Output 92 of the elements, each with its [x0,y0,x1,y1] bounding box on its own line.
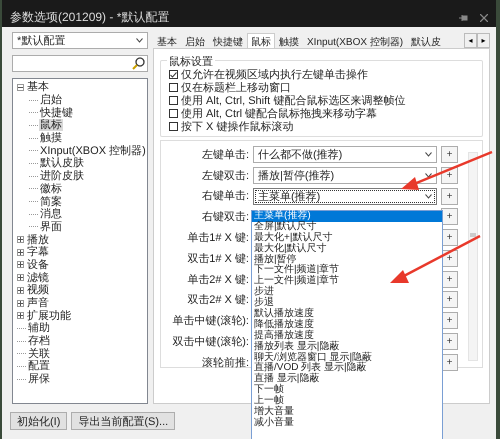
tab[interactable]: 触摸 [275,34,303,48]
tree-item[interactable]: 徽标 [39,182,63,195]
caret-icon [425,194,432,198]
tree-item[interactable]: 设备 [26,258,50,271]
action-dropdown[interactable]: 播放|暂停(推荐) [253,166,437,184]
window-title: 参数选项(201209) - *默认配置 [10,9,170,26]
tree-item[interactable]: 存档 [27,335,51,348]
tree-item[interactable]: 进阶皮肤 [39,170,85,182]
binding-label: 双击中键(滚轮): [172,334,249,350]
binding-label: 单击1# X 键: [186,231,249,246]
binding-label: 右键单击: [200,189,249,204]
checkbox-label: 仅允许在视频区域内执行左键单击操作 [181,68,368,82]
dropdown-option[interactable]: 减小音量 [252,418,442,429]
checkbox-label: 使用 Alt, Ctrl, Shift 键配合鼠标选区来调整帧位 [181,94,406,108]
binding-label: 左键双击: [200,168,249,183]
checkbox[interactable] [169,70,178,79]
action-dropdown[interactable]: 主菜单(推荐) [253,188,437,204]
binding-label: 左键单击: [200,148,249,162]
expand-icon[interactable] [17,300,24,307]
tab[interactable]: 基本 [153,34,181,48]
binding-label: 滚轮前推: [200,356,249,370]
checkbox-label: 使用 Alt, Ctrl 键配合鼠标拖拽来移动字幕 [181,106,378,120]
dropdown-option[interactable]: 最大化+|默认尺寸 [252,232,442,244]
expand-icon[interactable] [17,236,24,244]
tree-item[interactable]: 视频 [26,284,50,296]
add-button[interactable]: + [441,146,458,163]
expand-icon[interactable] [17,274,24,282]
tree-item[interactable]: XInput(XBOX 控制器) [39,144,147,157]
dropdown-option[interactable]: 播放列表 显示|隐蔽 [252,342,442,353]
add-button[interactable]: + [441,188,458,204]
tab[interactable]: 快捷键 [209,34,247,48]
tree-item[interactable]: 扩展功能 [26,310,72,322]
tree-item[interactable]: 鼠标 [39,119,63,132]
dropdown-option[interactable]: 提高播放速度 [252,330,442,342]
tab-scroll-button[interactable]: ▸ [477,33,490,48]
tree-item[interactable]: 屏保 [27,373,51,386]
tree-item[interactable]: 滤镜 [26,272,50,284]
tree-item[interactable]: 播放 [26,234,50,246]
binding-label: 单击2# X 键: [186,272,249,287]
binding-label: 单击中键(滚轮): [172,314,249,328]
checkbox[interactable] [169,122,178,131]
tree-item[interactable]: 消息 [39,208,63,220]
tree-item[interactable]: 配置 [27,360,51,372]
tree-item[interactable]: 字幕 [26,246,50,258]
tab[interactable]: XInput(XBOX 控制器) [303,34,408,48]
tab-scroll-button[interactable]: ◂ [464,33,477,48]
pin-icon[interactable] [459,14,468,22]
binding-label: 右键双击: [200,210,249,224]
tree-item[interactable]: 默认皮肤 [39,157,85,170]
tab[interactable]: 鼠标 [247,33,275,48]
tree-item[interactable]: 关联 [27,348,51,360]
caret-icon [136,38,143,43]
tree-item[interactable]: 快捷键 [39,106,74,119]
footer-button[interactable]: 导出当前配置(S)... [71,412,176,430]
expand-icon[interactable] [17,312,24,320]
tree-item[interactable]: 声音 [26,297,50,310]
tree-item[interactable]: 触摸 [39,132,63,144]
tree-item[interactable]: 基本 [26,81,50,94]
caret-icon [425,152,432,157]
dropdown-option[interactable]: 增大音量 [252,407,442,418]
binding-label: 双击2# X 键: [186,293,249,308]
caret-icon [425,172,432,178]
collapse-icon[interactable] [17,84,24,91]
search-field[interactable] [12,55,148,72]
dropdown-option[interactable]: 全屏|默认尺寸 [252,222,442,233]
expand-icon[interactable] [17,261,24,268]
checkbox[interactable] [169,96,178,105]
dropdown-option[interactable]: 降低播放速度 [252,320,442,331]
checkbox[interactable] [169,109,178,118]
close-icon[interactable] [480,14,488,22]
action-dropdown[interactable]: 什么都不做(推荐) [253,146,437,163]
add-button[interactable]: + [441,208,458,226]
tree-item[interactable]: 启始 [39,94,63,106]
tab[interactable]: 启始 [181,34,209,48]
tree-item[interactable]: 辅助 [27,322,51,334]
footer-button[interactable]: 初始化(I) [10,412,68,430]
expand-icon[interactable] [17,248,24,256]
scrollbar[interactable] [468,152,478,361]
tab[interactable]: 默认皮 [407,34,446,48]
checkbox-label: 仅在标题栏上移动窗口 [181,80,291,95]
tree-item[interactable]: 界面 [39,220,63,233]
tree-item[interactable]: 简案 [39,196,63,208]
group-title: 鼠标设置 [167,54,215,69]
checkbox-label: 按下 X 键操作鼠标滚动 [181,120,294,134]
expand-icon[interactable] [17,286,24,294]
search-icon[interactable] [132,57,145,70]
profile-dropdown[interactable]: *默认配置 [12,32,148,49]
dropdown-option[interactable]: 最大化|默认尺寸 [252,244,442,255]
checkbox[interactable] [169,83,178,92]
dropdown-option[interactable]: 主菜单(推荐) [252,211,442,222]
dropdown-option[interactable]: 默认播放速度 [252,309,442,320]
binding-label: 双击1# X 键: [186,252,249,266]
